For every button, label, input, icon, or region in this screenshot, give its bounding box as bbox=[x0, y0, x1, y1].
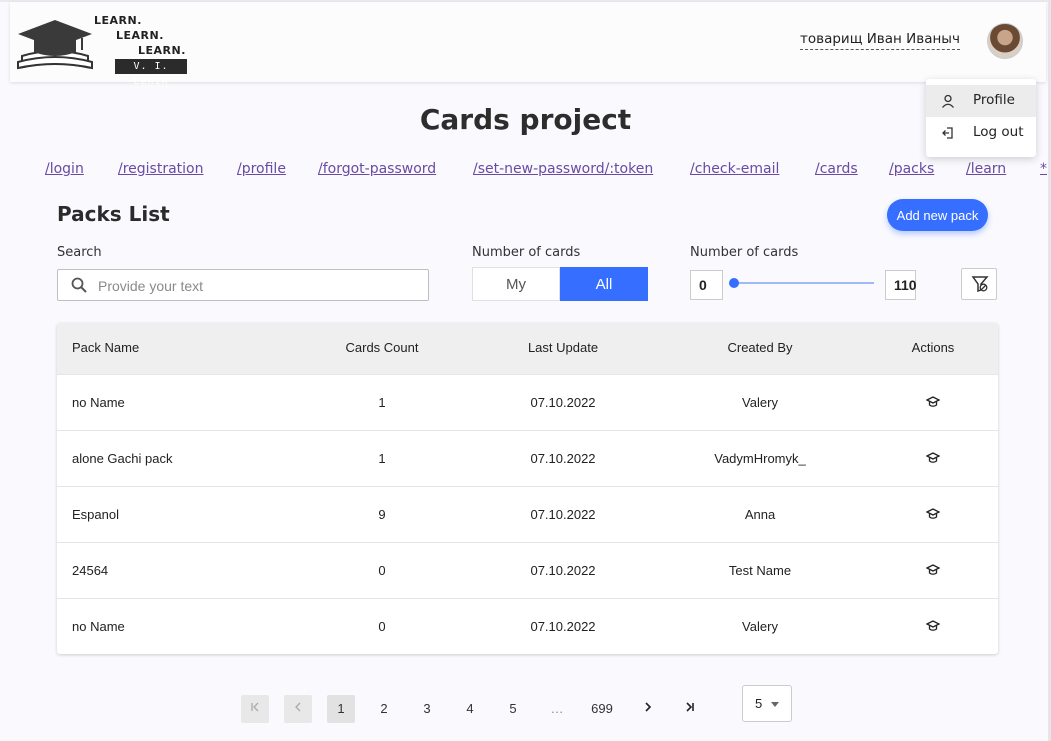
prev-page-button[interactable] bbox=[284, 695, 312, 723]
link-profile[interactable]: /profile bbox=[237, 161, 286, 177]
cards-count: 1 bbox=[378, 395, 386, 410]
link-not-found[interactable]: * bbox=[1040, 161, 1047, 177]
learn-icon[interactable] bbox=[926, 395, 940, 409]
menu-item-profile[interactable]: Profile bbox=[926, 85, 1036, 117]
page-button[interactable]: 699 bbox=[586, 695, 618, 723]
page-button[interactable]: 1 bbox=[327, 695, 355, 723]
next-page-button[interactable] bbox=[634, 695, 662, 723]
learn-icon[interactable] bbox=[926, 563, 940, 577]
created-by: Test Name bbox=[728, 563, 792, 578]
table-row: 24564 0 07.10.2022 Test Name bbox=[57, 542, 998, 598]
last-update: 07.10.2022 bbox=[530, 395, 596, 410]
user-name[interactable]: товарищ Иван Иваныч bbox=[800, 31, 960, 50]
cards-count: 0 bbox=[378, 619, 386, 634]
range-filter-label: Number of cards bbox=[690, 245, 799, 260]
chevron-right-icon bbox=[645, 702, 652, 712]
table-row: Espanol 9 07.10.2022 Anna bbox=[57, 486, 998, 542]
first-page-button[interactable] bbox=[241, 695, 269, 723]
column-header[interactable]: Created By bbox=[727, 340, 792, 355]
last-page-icon bbox=[686, 702, 694, 712]
range-slider-min-thumb[interactable] bbox=[729, 278, 739, 288]
logout-icon bbox=[942, 127, 953, 139]
person-icon bbox=[942, 94, 954, 108]
created-by: VadymHromyk_ bbox=[714, 451, 806, 466]
page-button[interactable]: 3 bbox=[413, 695, 441, 723]
link-registration[interactable]: /registration bbox=[118, 161, 204, 177]
app-header: LEARN. LEARN. LEARN. V. I. Lenin товарищ… bbox=[10, 2, 1046, 87]
link-set-new-password[interactable]: /set-new-password/:token bbox=[473, 161, 653, 177]
toggle-my-button[interactable]: My bbox=[472, 267, 560, 301]
link-forgot-password[interactable]: /forgot-password bbox=[318, 161, 436, 177]
logo-text-3: LEARN. bbox=[138, 44, 186, 57]
last-update: 07.10.2022 bbox=[530, 507, 596, 522]
user-menu: Profile Log out bbox=[926, 79, 1036, 157]
logo-text-1: LEARN. bbox=[94, 14, 142, 27]
created-by: Valery bbox=[742, 395, 778, 410]
search-field bbox=[57, 269, 429, 301]
logo-badge: V. I. Lenin bbox=[115, 59, 187, 87]
cards-count: 9 bbox=[378, 507, 386, 522]
menu-item-label: Profile bbox=[973, 92, 1015, 108]
learn-icon[interactable] bbox=[926, 507, 940, 521]
cards-count: 0 bbox=[378, 563, 386, 578]
created-by: Anna bbox=[744, 507, 776, 522]
cards-count: 1 bbox=[378, 451, 386, 466]
last-update: 07.10.2022 bbox=[530, 619, 596, 634]
add-new-pack-button[interactable]: Add new pack bbox=[887, 199, 988, 231]
packs-table: Pack Name Cards Count Last Update Create… bbox=[57, 323, 998, 654]
link-cards[interactable]: /cards bbox=[815, 161, 858, 177]
link-learn[interactable]: /learn bbox=[966, 161, 1006, 177]
owner-toggle: My All bbox=[472, 267, 648, 301]
last-update: 07.10.2022 bbox=[530, 563, 596, 578]
column-header[interactable]: Last Update bbox=[528, 340, 598, 355]
column-header: Actions bbox=[911, 340, 955, 355]
search-icon bbox=[71, 277, 87, 293]
first-page-icon bbox=[251, 702, 259, 712]
link-packs[interactable]: /packs bbox=[889, 161, 934, 177]
chevron-left-icon bbox=[295, 702, 301, 712]
pack-name[interactable]: Espanol bbox=[72, 507, 119, 522]
avatar[interactable] bbox=[987, 23, 1023, 59]
packs-list-title: Packs List bbox=[57, 202, 170, 226]
learn-icon[interactable] bbox=[926, 619, 940, 633]
rows-per-page-select[interactable]: 5 bbox=[742, 685, 792, 722]
last-page-button[interactable] bbox=[676, 695, 704, 723]
graduation-books-icon bbox=[17, 20, 93, 70]
last-update: 07.10.2022 bbox=[530, 451, 596, 466]
pagination-ellipsis: … bbox=[550, 701, 564, 716]
link-login[interactable]: /login bbox=[45, 161, 84, 177]
logo[interactable]: LEARN. LEARN. LEARN. V. I. Lenin bbox=[16, 12, 196, 87]
table-row: no Name 1 07.10.2022 Valery bbox=[57, 374, 998, 430]
page-button[interactable]: 5 bbox=[499, 695, 527, 723]
logo-text-2: LEARN. bbox=[116, 29, 164, 42]
created-by: Valery bbox=[742, 619, 778, 634]
menu-item-label: Log out bbox=[973, 124, 1024, 140]
toggle-all-button[interactable]: All bbox=[560, 267, 648, 301]
pack-name[interactable]: no Name bbox=[72, 619, 125, 634]
range-slider-track[interactable] bbox=[734, 282, 874, 284]
filter-off-icon bbox=[971, 276, 989, 293]
page-button[interactable]: 2 bbox=[370, 695, 398, 723]
owner-filter-label: Number of cards bbox=[472, 245, 581, 260]
column-header[interactable]: Pack Name bbox=[72, 340, 139, 355]
page-button[interactable]: 4 bbox=[456, 695, 484, 723]
chevron-down-icon bbox=[771, 702, 779, 707]
pack-name[interactable]: 24564 bbox=[72, 563, 108, 578]
range-min-value[interactable]: 0 bbox=[690, 270, 723, 300]
search-input[interactable] bbox=[98, 276, 418, 296]
link-check-email[interactable]: /check-email bbox=[690, 161, 779, 177]
pack-name[interactable]: no Name bbox=[72, 395, 125, 410]
learn-icon[interactable] bbox=[926, 451, 940, 465]
clear-filters-button[interactable] bbox=[961, 268, 997, 300]
table-header: Pack Name Cards Count Last Update Create… bbox=[57, 323, 998, 374]
search-label: Search bbox=[57, 245, 102, 260]
table-row: alone Gachi pack 1 07.10.2022 VadymHromy… bbox=[57, 430, 998, 486]
range-max-value[interactable]: 110 bbox=[885, 270, 917, 300]
rows-per-page-value: 5 bbox=[755, 696, 763, 711]
page-title: Cards project bbox=[419, 103, 632, 136]
pack-name[interactable]: alone Gachi pack bbox=[72, 451, 172, 466]
table-row: no Name 0 07.10.2022 Valery bbox=[57, 598, 998, 654]
menu-item-logout[interactable]: Log out bbox=[926, 117, 1036, 149]
column-header[interactable]: Cards Count bbox=[346, 340, 419, 355]
